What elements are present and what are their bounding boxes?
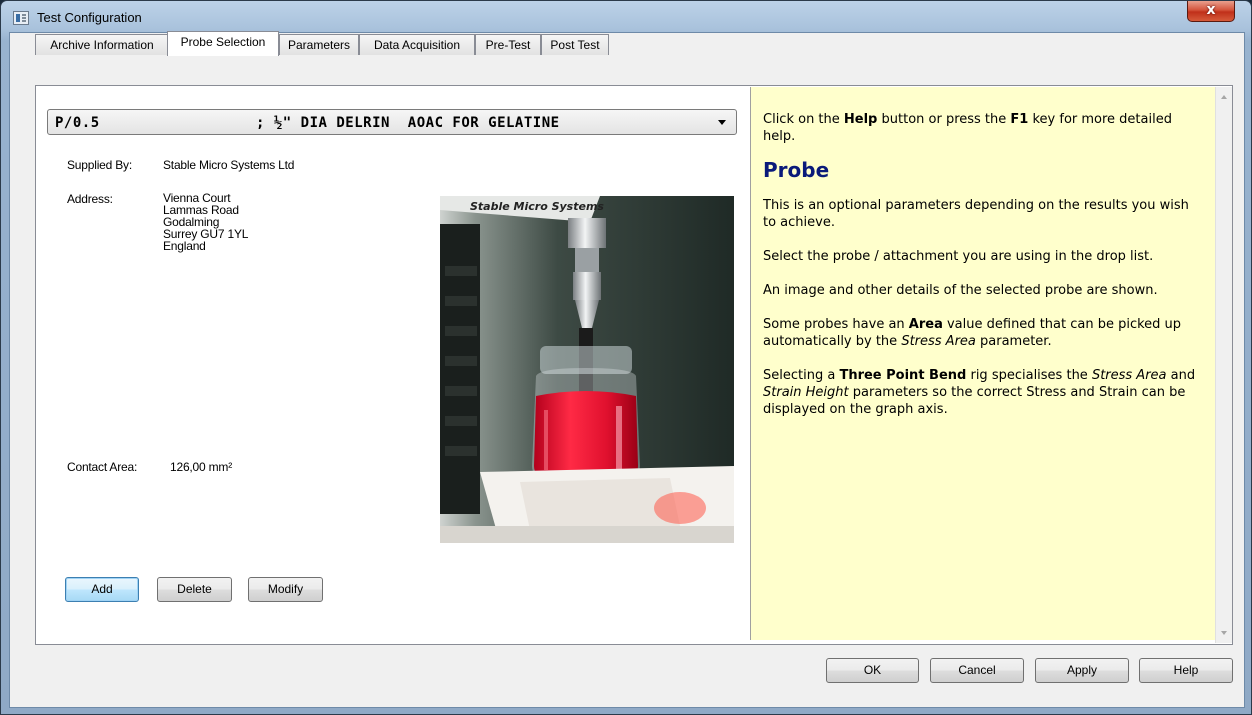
tab-pre-test[interactable]: Pre-Test (475, 34, 541, 55)
ok-button[interactable]: OK (826, 658, 919, 683)
tab-probe-selection[interactable]: Probe Selection (167, 31, 279, 56)
help-text: button or press the (877, 112, 1011, 127)
tab-archive-information[interactable]: Archive Information (35, 34, 169, 55)
help-link-text: Help (843, 112, 878, 127)
supplied-by-label: Supplied By: (67, 158, 132, 172)
contact-area-value: 126,00 mm² (170, 460, 233, 474)
scroll-down-arrow-icon[interactable] (1221, 631, 1227, 635)
help-text: Click on the (763, 112, 844, 127)
help-italic-text: Strain Height (763, 385, 849, 400)
help-bold-text: Area (908, 317, 943, 332)
tab-data-acquisition[interactable]: Data Acquisition (359, 34, 475, 55)
address-line: England (163, 239, 206, 253)
apply-button[interactable]: Apply (1035, 658, 1129, 683)
probe-code: P/0.5 (55, 115, 100, 131)
help-heading: Probe (763, 158, 830, 182)
close-button[interactable]: x (1187, 1, 1235, 22)
help-text: Some probes have an (763, 317, 909, 332)
help-intro: Click on the Help button or press the F1… (763, 111, 1203, 145)
help-button[interactable]: Help (1139, 658, 1233, 683)
help-paragraph: Some probes have an Area value defined t… (763, 316, 1203, 350)
help-paragraph: Selecting a Three Point Bend rig special… (763, 367, 1203, 418)
help-paragraph: An image and other details of the select… (763, 283, 1158, 298)
supplied-by-value: Stable Micro Systems Ltd (163, 158, 295, 172)
help-text: and (1166, 368, 1196, 383)
window-title: Test Configuration (37, 10, 142, 25)
help-italic-text: Stress Area (901, 334, 976, 349)
tab-parameters[interactable]: Parameters (279, 34, 359, 55)
scroll-up-arrow-icon[interactable] (1221, 95, 1227, 99)
help-pane[interactable]: Click on the Help button or press the F1… (750, 87, 1232, 643)
probe-image: Stable Micro Systems (440, 196, 734, 543)
address-label: Address: (67, 192, 113, 206)
help-text: Selecting a (763, 368, 840, 383)
help-italic-text: Stress Area (1091, 368, 1167, 383)
help-text: rig specialises the (966, 368, 1092, 383)
probe-description: ; ½" DIA DELRIN AOAC FOR GELATINE (256, 115, 560, 131)
help-bold-text: Three Point Bend (839, 368, 967, 383)
app-icon (13, 11, 29, 25)
tab-post-test[interactable]: Post Test (541, 34, 609, 55)
contact-area-label: Contact Area: (67, 460, 138, 474)
photo-caption: Stable Micro Systems (470, 200, 604, 213)
delete-button[interactable]: Delete (157, 577, 232, 602)
help-content: Click on the Help button or press the F1… (763, 111, 1203, 435)
chevron-down-icon (718, 120, 726, 125)
probe-dropdown[interactable]: P/0.5 ; ½" DIA DELRIN AOAC FOR GELATINE (47, 109, 737, 135)
help-paragraph: This is an optional parameters depending… (763, 198, 1189, 230)
help-text: parameter. (975, 334, 1052, 349)
help-scrollbar[interactable] (1215, 87, 1232, 643)
modify-button[interactable]: Modify (248, 577, 323, 602)
add-button[interactable]: Add (65, 577, 139, 602)
title-bar[interactable]: Test Configuration x (1, 1, 1251, 33)
f1-key-text: F1 (1010, 112, 1029, 127)
test-configuration-window: Test Configuration x Archive Information… (0, 0, 1252, 715)
address-value: Vienna Court Lammas Road Godalming Surre… (163, 192, 248, 252)
help-paragraph: Select the probe / attachment you are us… (763, 249, 1154, 264)
cancel-button[interactable]: Cancel (930, 658, 1024, 683)
